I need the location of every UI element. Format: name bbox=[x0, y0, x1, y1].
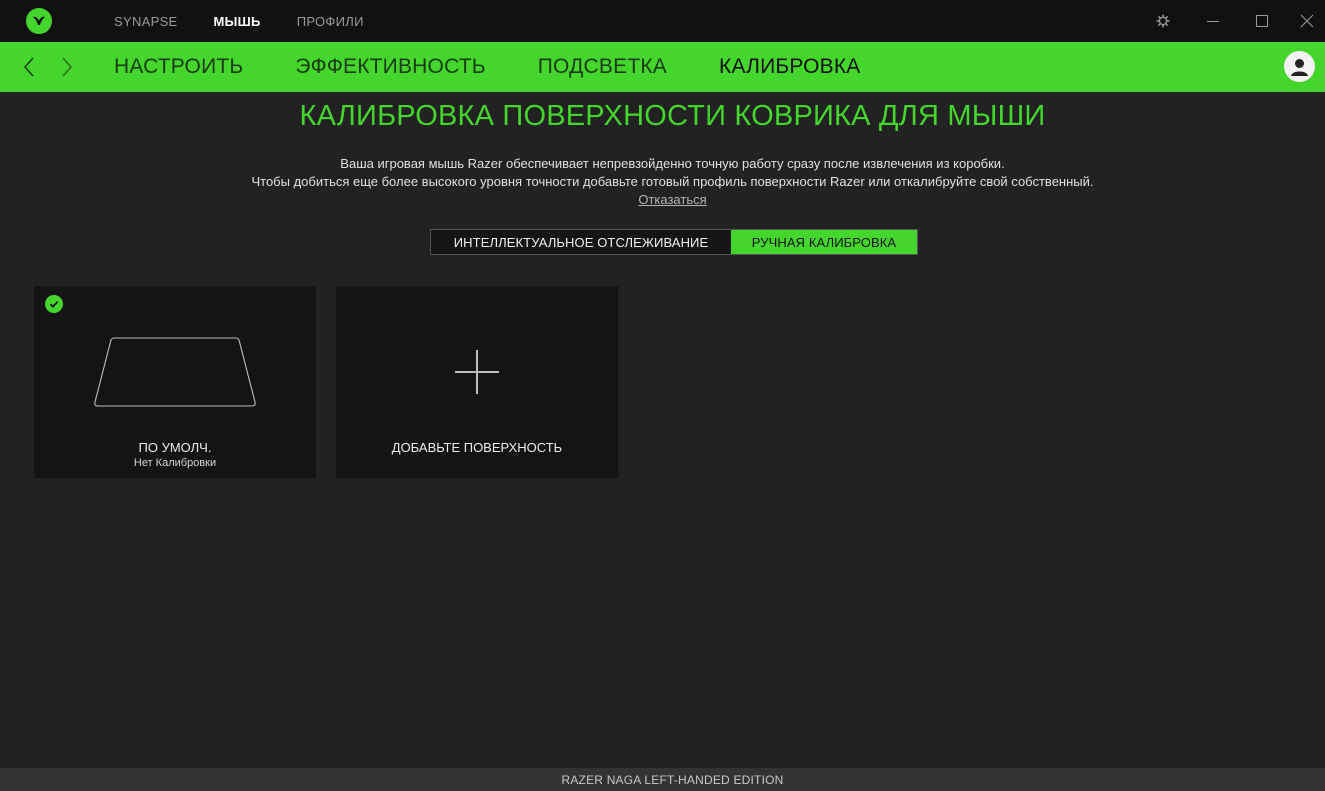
page-title: КАЛИБРОВКА ПОВЕРХНОСТИ КОВРИКА ДЛЯ МЫШИ bbox=[299, 100, 1046, 132]
user-avatar-icon[interactable] bbox=[1284, 51, 1315, 82]
minimize-button[interactable] bbox=[1190, 0, 1236, 42]
close-icon bbox=[1300, 14, 1314, 28]
forward-button[interactable] bbox=[56, 54, 78, 80]
add-surface-label: ДОБАВЬТЕ ПОВЕРХНОСТЬ bbox=[391, 440, 563, 455]
back-button[interactable] bbox=[18, 54, 40, 80]
razer-logo-icon[interactable] bbox=[26, 8, 52, 34]
calibration-mode-toggle: ИНТЕЛЛЕКТУАЛЬНОЕ ОТСЛЕЖИВАНИЕ РУЧНАЯ КАЛ… bbox=[430, 229, 918, 255]
tab-customize[interactable]: НАСТРОИТЬ bbox=[114, 55, 243, 79]
device-name: RAZER NAGA LEFT-HANDED EDITION bbox=[561, 772, 784, 787]
tab-lighting[interactable]: ПОДСВЕТКА bbox=[538, 55, 667, 79]
opt-out-link[interactable]: Отказаться bbox=[0, 192, 1325, 207]
check-icon bbox=[45, 295, 63, 313]
tab-calibration[interactable]: КАЛИБРОВКА bbox=[719, 55, 860, 79]
mousepad-icon bbox=[94, 337, 256, 407]
chevron-left-icon bbox=[23, 57, 34, 77]
maximize-button[interactable] bbox=[1239, 0, 1285, 42]
surface-card-status: Нет Калибровки bbox=[133, 457, 217, 469]
topnav-item-synapse[interactable]: SYNAPSE bbox=[114, 14, 178, 29]
maximize-icon bbox=[1256, 15, 1268, 27]
surface-card-default[interactable]: ПО УМОЛЧ. Нет Калибровки bbox=[34, 286, 316, 478]
minimize-icon bbox=[1207, 21, 1219, 22]
topnav-item-mouse[interactable]: МЫШЬ bbox=[214, 14, 261, 29]
title-bar: SYNAPSE МЫШЬ ПРОФИЛИ bbox=[0, 0, 1325, 42]
gear-icon bbox=[1156, 14, 1170, 28]
chevron-right-icon bbox=[62, 57, 73, 77]
smart-tracking-option[interactable]: ИНТЕЛЛЕКТУАЛЬНОЕ ОТСЛЕЖИВАНИЕ bbox=[431, 230, 731, 254]
sub-tabs: НАСТРОИТЬ ЭФФЕКТИВНОСТЬ ПОДСВЕТКА КАЛИБР… bbox=[114, 42, 913, 92]
description-line-2: Чтобы добиться еще более высокого уровня… bbox=[251, 174, 1094, 189]
manual-calibration-option[interactable]: РУЧНАЯ КАЛИБРОВКА bbox=[731, 230, 917, 254]
description-line-1: Ваша игровая мышь Razer обеспечивает неп… bbox=[340, 156, 1005, 171]
surface-card-name: ПО УМОЛЧ. bbox=[138, 440, 212, 455]
sub-nav: НАСТРОИТЬ ЭФФЕКТИВНОСТЬ ПОДСВЕТКА КАЛИБР… bbox=[0, 42, 1325, 92]
top-nav: SYNAPSE МЫШЬ ПРОФИЛИ bbox=[114, 0, 364, 42]
status-bar: RAZER NAGA LEFT-HANDED EDITION bbox=[0, 768, 1325, 791]
topnav-item-profiles[interactable]: ПРОФИЛИ bbox=[297, 14, 364, 29]
add-surface-card[interactable]: ДОБАВЬТЕ ПОВЕРХНОСТЬ bbox=[336, 286, 618, 478]
settings-button[interactable] bbox=[1140, 0, 1186, 42]
close-button[interactable] bbox=[1284, 0, 1325, 42]
plus-icon bbox=[455, 350, 499, 394]
tab-performance[interactable]: ЭФФЕКТИВНОСТЬ bbox=[295, 55, 485, 79]
